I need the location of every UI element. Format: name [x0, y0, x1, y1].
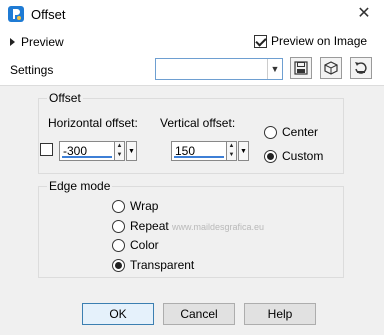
- link-offsets-checkbox[interactable]: [40, 143, 53, 156]
- color-radio-label: Color: [130, 238, 159, 252]
- settings-label: Settings: [10, 63, 54, 77]
- save-preset-button[interactable]: [290, 57, 312, 79]
- horizontal-offset-label: Horizontal offset:: [48, 116, 138, 130]
- reset-icon: [355, 62, 367, 74]
- preview-on-image-checkbox[interactable]: [254, 34, 267, 48]
- custom-radio-label: Custom: [282, 149, 324, 163]
- horizontal-spin-buttons[interactable]: ▲ ▼: [115, 141, 125, 161]
- vertical-offset-label: Vertical offset:: [160, 116, 236, 130]
- horizontal-menu-arrow-icon[interactable]: ▼: [126, 141, 137, 161]
- custom-radio-button[interactable]: [264, 149, 277, 163]
- transparent-radio-button[interactable]: [112, 258, 125, 272]
- vertical-offset-stepper[interactable]: 150 ▲ ▼ ▼: [171, 140, 249, 162]
- horizontal-offset-stepper[interactable]: -300 ▲ ▼ ▼: [59, 140, 137, 162]
- chevron-down-icon[interactable]: ▼: [267, 59, 282, 79]
- center-radio[interactable]: Center: [264, 125, 318, 139]
- presets-button[interactable]: [320, 57, 342, 79]
- window-title: Offset: [31, 7, 66, 22]
- offset-group-label: Offset: [47, 91, 83, 105]
- repeat-radio-label: Repeat: [130, 219, 169, 233]
- preview-toggle[interactable]: Preview: [10, 34, 64, 50]
- reset-button[interactable]: [350, 57, 372, 79]
- horizontal-offset-input[interactable]: -300: [59, 141, 115, 161]
- color-radio-button[interactable]: [112, 238, 125, 252]
- spin-up-icon[interactable]: ▲: [115, 142, 124, 151]
- cancel-button[interactable]: Cancel: [163, 303, 235, 325]
- repeat-radio-button[interactable]: [112, 219, 125, 233]
- spin-down-icon[interactable]: ▼: [227, 151, 236, 160]
- edge-repeat-radio[interactable]: Repeat: [112, 219, 169, 233]
- wrap-radio-button[interactable]: [112, 199, 125, 213]
- edge-wrap-radio[interactable]: Wrap: [112, 199, 158, 213]
- vertical-menu-arrow-icon[interactable]: ▼: [238, 141, 249, 161]
- center-radio-label: Center: [282, 125, 319, 139]
- preview-on-image-option[interactable]: Preview on Image: [254, 34, 367, 48]
- preview-on-image-label: Preview on Image: [271, 34, 368, 48]
- preview-label: Preview: [21, 35, 64, 49]
- save-icon: [294, 61, 308, 75]
- watermark: www.maildesgrafica.eu: [172, 222, 265, 232]
- vertical-offset-input[interactable]: 150: [171, 141, 227, 161]
- spin-down-icon[interactable]: ▼: [115, 151, 124, 160]
- edge-mode-group-label: Edge mode: [47, 179, 113, 193]
- wrap-radio-label: Wrap: [130, 199, 159, 213]
- close-icon[interactable]: ✕: [352, 4, 376, 24]
- settings-dropdown[interactable]: ▼: [155, 58, 283, 80]
- vertical-spin-buttons[interactable]: ▲ ▼: [227, 141, 237, 161]
- edge-transparent-radio[interactable]: Transparent: [112, 258, 194, 272]
- center-radio-button[interactable]: [264, 125, 277, 139]
- expand-arrow-icon: [10, 38, 15, 46]
- custom-radio[interactable]: Custom: [264, 149, 323, 163]
- ok-button[interactable]: OK: [82, 303, 154, 325]
- edge-color-radio[interactable]: Color: [112, 238, 159, 252]
- app-icon: [8, 6, 24, 22]
- transparent-radio-label: Transparent: [130, 258, 195, 272]
- spin-up-icon[interactable]: ▲: [227, 142, 236, 151]
- cube-icon: [324, 61, 338, 75]
- help-button[interactable]: Help: [244, 303, 316, 325]
